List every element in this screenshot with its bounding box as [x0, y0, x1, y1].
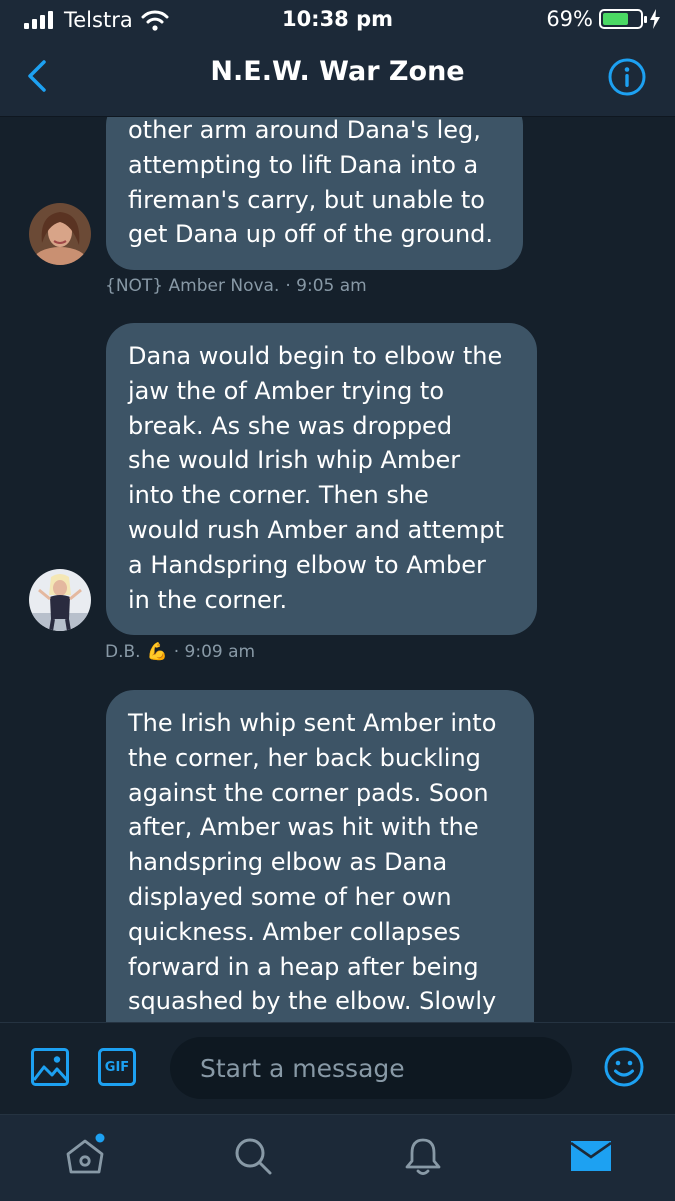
bell-icon [405, 1138, 441, 1175]
message-time: · 9:09 am [173, 642, 256, 662]
message-bubble[interactable]: The Irish whip sent Amber into the corne… [106, 690, 534, 1022]
info-button[interactable] [607, 57, 647, 97]
battery-percent: 69% [546, 7, 593, 31]
tab-notifications[interactable] [398, 1131, 448, 1181]
mail-icon [570, 1141, 612, 1171]
message-bubble[interactable]: other arm around Dana's leg, attempting … [106, 117, 523, 271]
message-meta: D.B. 💪 · 9:09 am [105, 642, 255, 662]
message-input[interactable] [170, 1037, 572, 1099]
tab-home[interactable] [60, 1131, 110, 1181]
conversation-title: N.E.W. War Zone [210, 56, 465, 87]
tab-messages[interactable] [566, 1131, 616, 1181]
search-icon [235, 1138, 272, 1175]
home-icon [66, 1133, 105, 1174]
tab-search[interactable] [228, 1131, 278, 1181]
message-time: · 9:05 am [285, 276, 367, 296]
avatar[interactable] [29, 203, 91, 265]
sender-name: D.B. [105, 642, 141, 662]
gif-label: GIF [104, 1059, 130, 1075]
message-bubble[interactable]: Dana would begin to elbow the jaw the of… [106, 323, 537, 636]
gif-button[interactable]: GIF [97, 1047, 137, 1087]
image-icon[interactable] [30, 1047, 70, 1087]
emoji-icon[interactable] [603, 1046, 645, 1088]
sender-name: {NOT} Amber Nova. [105, 276, 280, 296]
tab-bar [0, 1114, 675, 1201]
message-meta: {NOT} Amber Nova. · 9:05 am [105, 276, 367, 296]
notification-dot [95, 1133, 105, 1143]
avatar[interactable] [29, 569, 91, 631]
status-bar: Telstra 10:38 pm 69% [0, 0, 675, 40]
conversation-header: N.E.W. War Zone [0, 40, 675, 117]
flexed-biceps-emoji: 💪 [146, 642, 168, 662]
battery-icon [599, 9, 647, 29]
message-list[interactable]: other arm around Dana's leg, attempting … [0, 117, 675, 1022]
message-composer: GIF [0, 1022, 675, 1115]
charging-bolt-icon [650, 9, 660, 29]
